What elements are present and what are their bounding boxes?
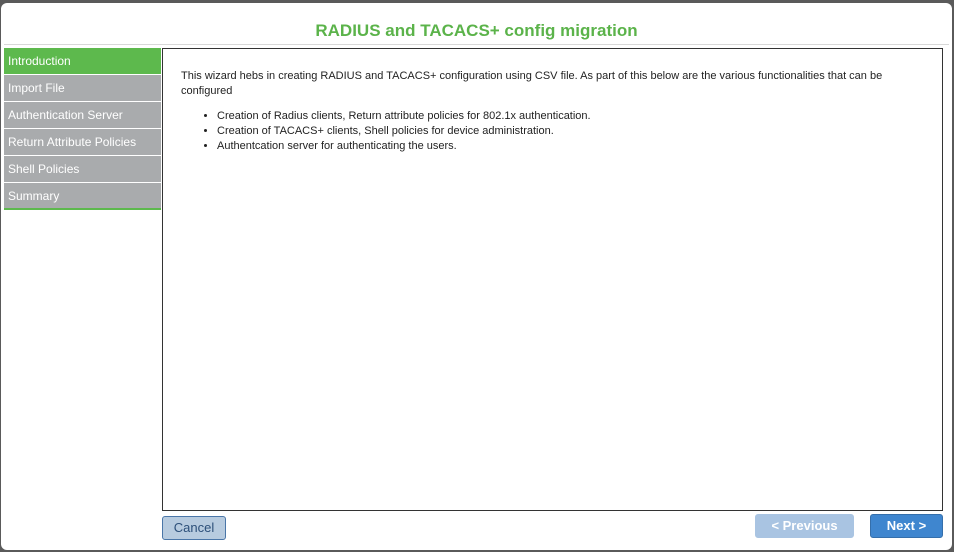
migration-wizard-dialog: RADIUS and TACACS+ config migration Intr… [1, 3, 952, 550]
step-shell-policies[interactable]: Shell Policies [4, 156, 161, 182]
step-return-attribute-policies[interactable]: Return Attribute Policies [4, 129, 161, 155]
cancel-button[interactable]: Cancel [162, 516, 226, 540]
feature-item: Creation of TACACS+ clients, Shell polic… [217, 124, 924, 139]
step-authentication-server[interactable]: Authentication Server [4, 102, 161, 128]
title-divider [4, 44, 949, 45]
wizard-steps-sidebar: Introduction Import File Authentication … [4, 48, 161, 211]
step-introduction[interactable]: Introduction [4, 48, 161, 74]
feature-list: Creation of Radius clients, Return attri… [181, 109, 924, 154]
introduction-panel: This wizard hebs in creating RADIUS and … [162, 48, 943, 511]
next-button[interactable]: Next > [870, 514, 943, 538]
dialog-title: RADIUS and TACACS+ config migration [315, 21, 638, 40]
feature-item: Authentcation server for authenticating … [217, 139, 924, 154]
step-import-file[interactable]: Import File [4, 75, 161, 101]
intro-text: This wizard hebs in creating RADIUS and … [181, 70, 883, 97]
step-summary[interactable]: Summary [4, 183, 161, 210]
feature-item: Creation of Radius clients, Return attri… [217, 109, 924, 124]
previous-button[interactable]: < Previous [755, 514, 854, 538]
